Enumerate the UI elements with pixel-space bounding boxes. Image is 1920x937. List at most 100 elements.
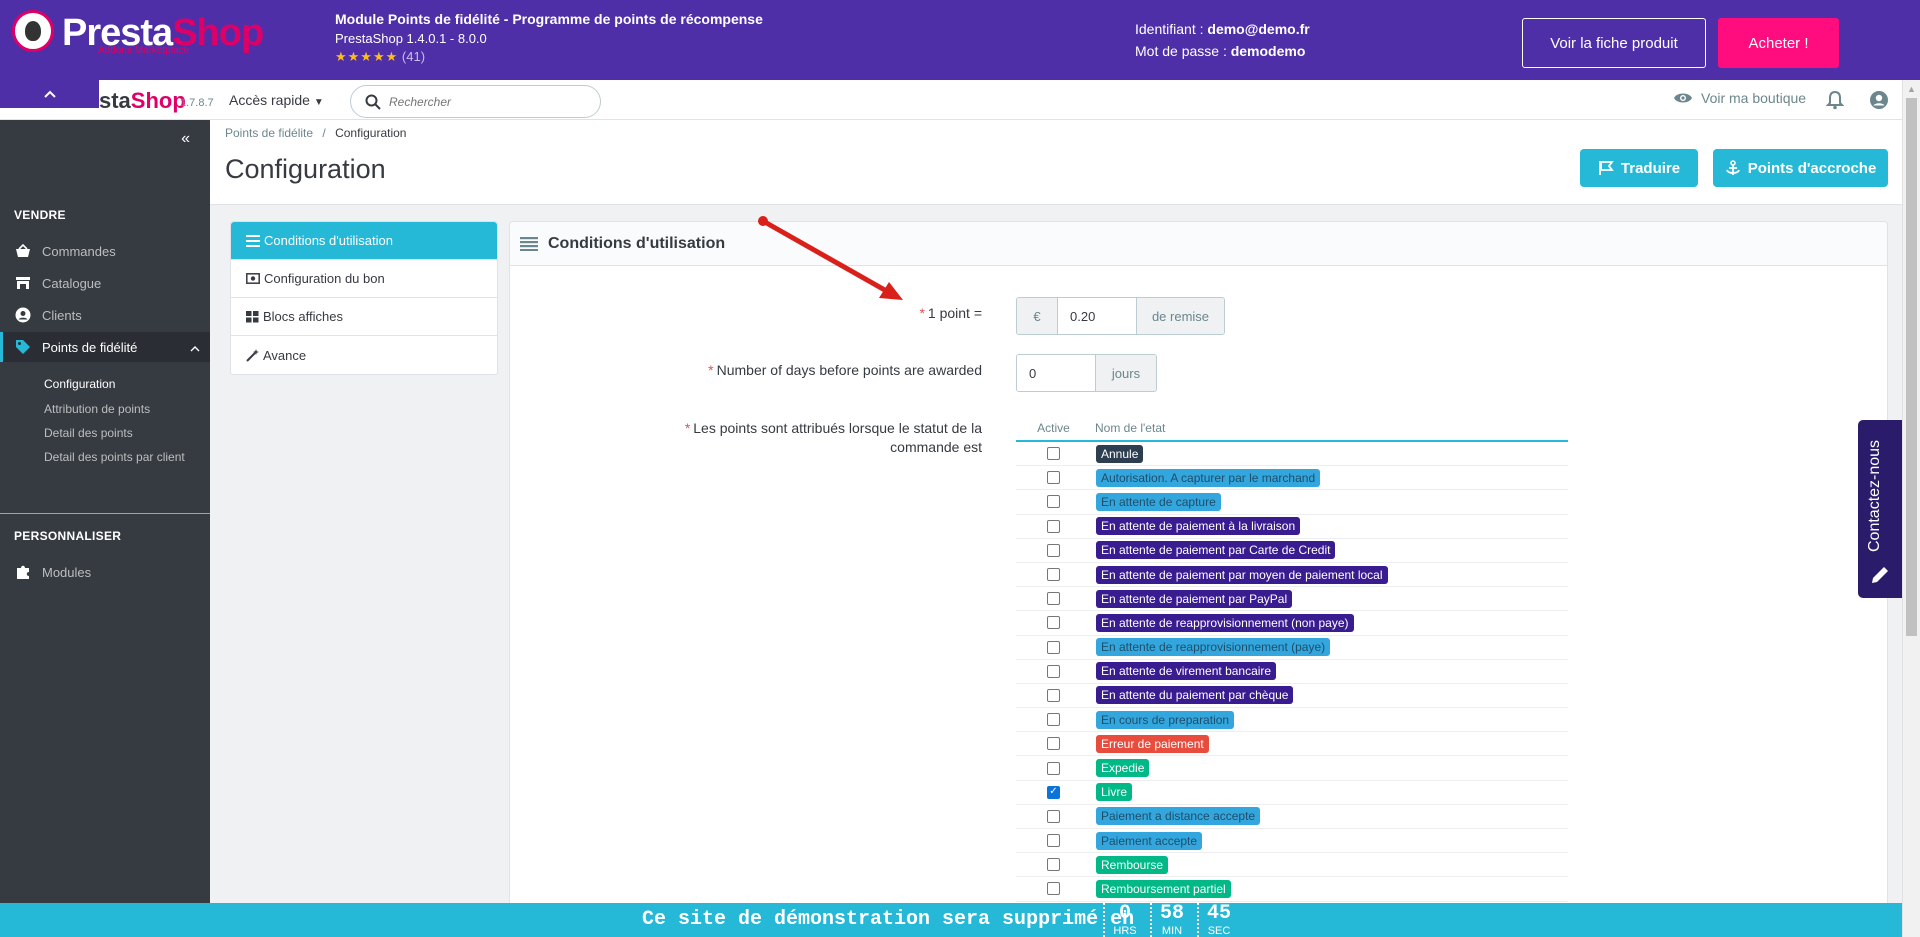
sidebar-item-clients[interactable]: Clients — [0, 300, 210, 330]
user-account-icon[interactable] — [1869, 90, 1889, 110]
state-name-badge: Erreur de paiement — [1096, 734, 1209, 753]
contact-us-label: Contactez-nous — [1866, 439, 1883, 552]
collapse-sidebar-icon[interactable]: « — [181, 130, 190, 148]
bell-icon[interactable] — [1826, 90, 1844, 110]
state-active-checkbox[interactable] — [1047, 519, 1060, 533]
state-row: Rembourse — [1016, 853, 1568, 878]
state-row: Erreur de paiement — [1016, 732, 1568, 757]
addons-logo[interactable]: PrestaShop Addons Marketplace — [12, 10, 272, 60]
translate-button[interactable]: Traduire — [1580, 149, 1698, 187]
state-row: Remboursement partiel — [1016, 877, 1568, 902]
search-input[interactable] — [389, 92, 589, 112]
state-active-checkbox[interactable] — [1047, 568, 1060, 582]
state-name-badge: En attente de paiement par Carte de Cred… — [1096, 541, 1336, 560]
hooks-button[interactable]: Points d'accroche — [1713, 149, 1888, 187]
state-name-badge: En attente de virement bancaire — [1096, 662, 1277, 681]
sidebar-item-loyalty-points[interactable]: Points de fidélité — [0, 332, 210, 362]
rating-stars-icon: ★★★★★ — [335, 49, 399, 64]
breadcrumb-separator: / — [322, 126, 326, 140]
state-row: Autorisation. A capturer par le marchand — [1016, 466, 1568, 491]
state-active-checkbox[interactable] — [1047, 688, 1060, 702]
sidebar-item-label: Clients — [42, 307, 82, 323]
sidebar-item-modules[interactable]: Modules — [0, 557, 210, 587]
state-active-checkbox[interactable] — [1047, 713, 1060, 727]
login-value: demo@demo.fr — [1207, 21, 1310, 37]
view-shop-link[interactable]: Voir ma boutique — [1673, 90, 1806, 106]
chevron-up-icon — [190, 340, 200, 355]
scrollbar-thumb[interactable] — [1906, 98, 1917, 636]
password-label: Mot de passe : — [1135, 43, 1231, 59]
translate-label: Traduire — [1620, 159, 1681, 177]
prestashop-logo[interactable]: staShop — [99, 88, 186, 114]
anchor-icon — [1725, 160, 1740, 175]
state-name-badge: En attente de reapprovisionnement (paye) — [1096, 638, 1331, 657]
state-active-checkbox[interactable] — [1047, 809, 1060, 823]
state-active-checkbox[interactable] — [1047, 737, 1060, 751]
conditions-panel: Conditions d'utilisation *1 point = € de… — [509, 221, 1888, 937]
state-name-badge: Livre — [1096, 783, 1133, 802]
sidebar-item-label: Modules — [42, 564, 92, 580]
days-input[interactable] — [1017, 355, 1096, 391]
state-active-checkbox[interactable] — [1047, 543, 1060, 557]
account-icon — [14, 306, 32, 324]
config-tabs: Conditions d'utilisation Configuration d… — [230, 221, 498, 375]
list-icon — [246, 234, 260, 247]
sidebar-sub-attribution[interactable]: Attribution de points — [44, 402, 150, 416]
sidebar-sub-points-detail[interactable]: Detail des points — [44, 426, 133, 440]
search-box[interactable] — [350, 85, 601, 118]
buy-button[interactable]: Acheter ! — [1718, 18, 1839, 68]
basket-icon — [14, 242, 32, 260]
puzzle-icon — [14, 563, 32, 581]
state-row: Paiement accepte — [1016, 829, 1568, 854]
contact-us-tab[interactable]: Contactez-nous — [1858, 420, 1902, 598]
days-addon: jours — [1096, 355, 1156, 391]
point-value-input[interactable] — [1057, 298, 1137, 334]
tab-displayed-blocks[interactable]: Blocs affiches — [231, 298, 497, 336]
quick-access-dropdown[interactable]: Accès rapide ▼ — [229, 92, 324, 108]
sidebar-sub-points-per-client[interactable]: Detail des points par client — [44, 450, 185, 464]
scroll-up-arrow-icon[interactable]: ▲ — [1907, 84, 1916, 94]
state-row: En attente de paiement à la livraison — [1016, 515, 1568, 539]
view-product-button[interactable]: Voir la fiche produit — [1522, 18, 1706, 68]
state-active-checkbox[interactable] — [1047, 640, 1060, 654]
state-name-badge: Rembourse — [1096, 855, 1169, 874]
state-active-checkbox[interactable] — [1047, 471, 1060, 485]
sidebar-item-label: Catalogue — [42, 275, 102, 291]
state-active-checkbox[interactable] — [1047, 495, 1060, 509]
state-active-checkbox[interactable] — [1047, 447, 1060, 461]
breadcrumb-parent[interactable]: Points de fidélite — [225, 126, 313, 140]
state-name-badge: En attente de paiement à la livraison — [1096, 517, 1301, 536]
countdown-hours: 0 HRS — [1103, 903, 1145, 937]
page-title: Configuration — [225, 154, 386, 184]
sidebar-item-orders[interactable]: Commandes — [0, 236, 210, 266]
state-name-badge: En attente de reapprovisionnement (non p… — [1096, 613, 1354, 632]
state-active-checkbox[interactable] — [1047, 761, 1060, 775]
days-label: * Number of days before points are awarde… — [708, 362, 982, 378]
state-row: Annule — [1016, 442, 1568, 467]
sidebar-item-catalog[interactable]: Catalogue — [0, 268, 210, 298]
collapse-banner-button[interactable] — [0, 80, 99, 108]
state-active-checkbox[interactable] — [1047, 834, 1060, 848]
state-active-checkbox[interactable] — [1047, 616, 1060, 630]
tab-conditions[interactable]: Conditions d'utilisation — [231, 222, 497, 260]
state-active-checkbox[interactable]: ✓ — [1047, 785, 1060, 799]
pencil-icon — [1872, 567, 1888, 583]
page-scrollbar[interactable]: ▲ — [1902, 80, 1920, 937]
currency-addon: € — [1017, 298, 1057, 334]
state-active-checkbox[interactable] — [1047, 882, 1060, 896]
tab-advanced[interactable]: Avance — [231, 336, 497, 374]
state-active-checkbox[interactable] — [1047, 592, 1060, 606]
sidebar-sub-configuration[interactable]: Configuration — [44, 377, 115, 391]
breadcrumb-current: Configuration — [335, 126, 407, 140]
state-name-badge: Paiement accepte — [1096, 831, 1203, 850]
point-value-group: € de remise — [1016, 297, 1225, 335]
sidebar-section-customize: PERSONNALISER — [14, 529, 122, 543]
state-active-checkbox[interactable] — [1047, 858, 1060, 872]
login-label: Identifiant : — [1135, 21, 1208, 37]
tab-voucher-config[interactable]: Configuration du bon — [231, 260, 497, 298]
state-active-checkbox[interactable] — [1047, 664, 1060, 678]
version-label: 1.7.8.7 — [180, 97, 214, 109]
state-name-badge: En attente de paiement par moyen de paie… — [1096, 565, 1388, 584]
state-row: En attente de paiement par PayPal — [1016, 587, 1568, 612]
countdown-seconds: 45 SEC — [1197, 903, 1239, 937]
